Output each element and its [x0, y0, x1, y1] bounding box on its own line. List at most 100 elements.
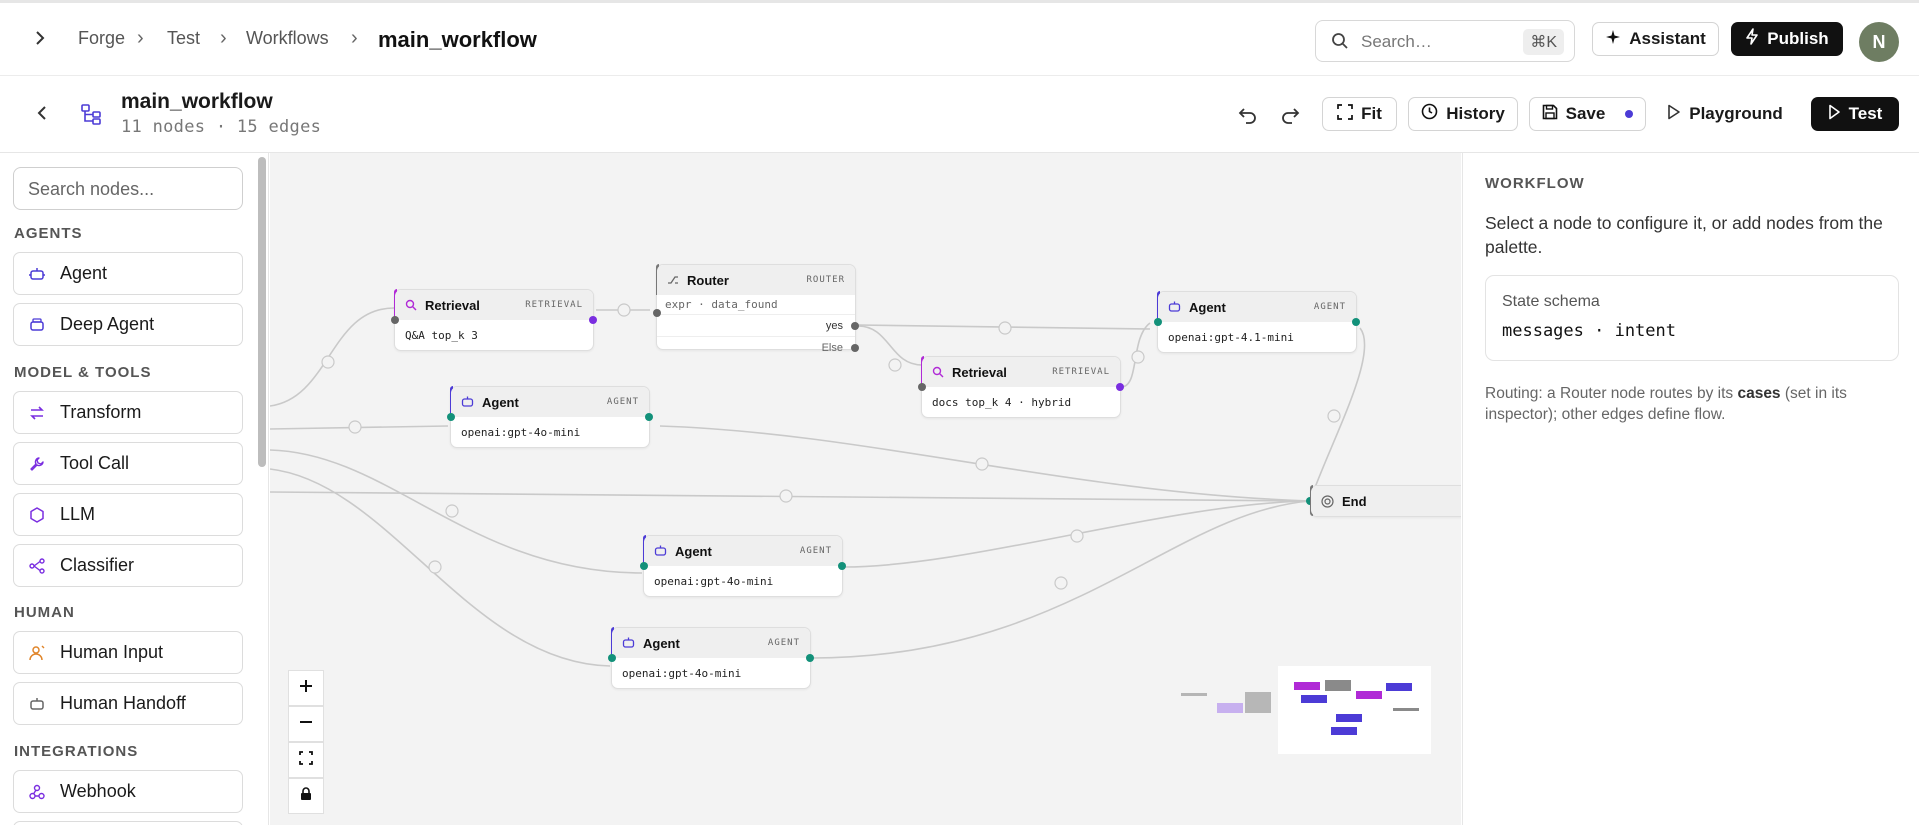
publish-label: Publish	[1767, 29, 1829, 48]
inspector-description: Select a node to configure it, or add no…	[1485, 213, 1883, 257]
palette-item-human-handoff[interactable]: Human Handoff	[13, 682, 243, 725]
node-input-port[interactable]	[608, 654, 616, 662]
history-label: History	[1446, 104, 1505, 123]
save-button[interactable]: Save	[1529, 97, 1646, 131]
undo-icon[interactable]	[1238, 106, 1258, 129]
search-placeholder: Search…	[1361, 32, 1432, 51]
node-output-port[interactable]	[589, 316, 597, 324]
node-retrieval-qa[interactable]: Retrieval RETRIEVAL Q&A top_k 3	[391, 289, 597, 351]
breadcrumb-forge[interactable]: Forge	[78, 28, 125, 49]
node-input-port[interactable]	[918, 383, 926, 391]
palette-item-webhook[interactable]: Webhook	[13, 770, 243, 813]
palette-scrollbar[interactable]	[258, 157, 266, 467]
breadcrumb-separator-icon: ›	[137, 27, 144, 49]
play-outline-icon	[1667, 104, 1681, 125]
node-input-port[interactable]	[1154, 318, 1162, 326]
publish-button[interactable]: Publish	[1731, 22, 1843, 56]
transform-icon	[28, 405, 46, 421]
palette-item-more[interactable]	[13, 821, 243, 825]
palette-item-deep-agent[interactable]: Deep Agent	[13, 303, 243, 346]
node-retrieval-docs[interactable]: Retrieval RETRIEVAL docs top_k 4 · hybri…	[918, 356, 1124, 418]
assistant-button[interactable]: Assistant	[1592, 22, 1719, 56]
breadcrumb-test[interactable]: Test	[167, 28, 200, 49]
palette-item-label: LLM	[60, 504, 96, 524]
node-palette: Search nodes... AGENTS Agent Deep Agent …	[0, 153, 269, 825]
playground-button[interactable]: Playground	[1660, 97, 1790, 131]
node-router[interactable]: Router ROUTER expr · data_found yes Else	[653, 264, 859, 354]
node-title: End	[1342, 493, 1367, 509]
node-input-port[interactable]	[391, 316, 399, 324]
node-type-tag: RETRIEVAL	[1052, 367, 1110, 377]
palette-item-llm[interactable]: LLM	[13, 493, 243, 536]
node-type-tag: AGENT	[767, 638, 800, 648]
zoom-out-button[interactable]	[288, 706, 324, 742]
node-body: openai:gpt-4o-mini	[654, 574, 774, 588]
breadcrumb-separator-icon: ›	[351, 27, 358, 49]
test-label: Test	[1848, 104, 1883, 123]
node-agent-gpt4o-2[interactable]: Agent AGENT openai:gpt-4o-mini	[640, 535, 846, 597]
palette-item-label: Deep Agent	[60, 314, 155, 334]
palette-item-label: Human Input	[60, 642, 164, 662]
user-avatar[interactable]: N	[1859, 22, 1899, 62]
assistant-label: Assistant	[1629, 29, 1706, 48]
node-header: Agent AGENT	[644, 536, 842, 566]
fullscreen-icon	[299, 750, 313, 770]
node-title: Retrieval	[952, 364, 1007, 380]
node-body: docs top_k 4 · hybrid	[932, 395, 1072, 409]
node-agent-gpt4o-1[interactable]: Agent AGENT openai:gpt-4o-mini	[447, 386, 653, 448]
palette-item-transform[interactable]: Transform	[13, 391, 243, 434]
history-button[interactable]: History	[1408, 97, 1518, 131]
node-agent-gpt4o-3[interactable]: Agent AGENT openai:gpt-4o-mini	[608, 627, 814, 689]
node-body: Q&A top_k 3	[405, 328, 478, 342]
palette-item-label: Classifier	[60, 555, 135, 575]
node-input-port[interactable]	[640, 562, 648, 570]
node-output-port[interactable]	[1116, 383, 1124, 391]
test-button[interactable]: Test	[1811, 97, 1899, 131]
palette-item-human-input[interactable]: Human Input	[13, 631, 243, 674]
zoom-in-button[interactable]	[288, 670, 324, 706]
wrench-icon	[28, 456, 46, 472]
node-header: Agent AGENT	[612, 628, 810, 658]
clock-icon	[1421, 103, 1438, 125]
fit-button[interactable]: Fit	[1322, 97, 1397, 131]
node-output-port[interactable]	[806, 654, 814, 662]
lightning-icon	[1745, 28, 1759, 50]
breadcrumb-workflows[interactable]: Workflows	[246, 28, 329, 49]
palette-item-tool-call[interactable]: Tool Call	[13, 442, 243, 485]
node-input-port[interactable]	[653, 309, 661, 317]
router-yes-port[interactable]	[851, 322, 859, 330]
search-icon	[932, 366, 944, 378]
node-header: End	[1311, 486, 1461, 516]
node-output-port[interactable]	[645, 413, 653, 421]
minimap-graphic	[1181, 666, 1434, 754]
routing-note-prefix: Routing: a Router node routes by its	[1485, 385, 1738, 402]
back-icon[interactable]	[36, 104, 48, 127]
node-output-port[interactable]	[838, 562, 846, 570]
robot-icon	[461, 396, 474, 408]
router-else-port[interactable]	[851, 344, 859, 352]
fit-view-button[interactable]	[288, 742, 324, 778]
global-search-input[interactable]: Search… ⌘K	[1315, 20, 1575, 62]
state-schema-card[interactable]: State schema messages · intent	[1485, 275, 1899, 361]
palette-item-classifier[interactable]: Classifier	[13, 544, 243, 587]
breadcrumb-current: main_workflow	[378, 27, 537, 52]
node-title: Agent	[675, 543, 712, 559]
palette-group-agents: AGENTS	[14, 225, 83, 242]
node-type-tag: AGENT	[799, 546, 832, 556]
node-header: Retrieval RETRIEVAL	[395, 290, 593, 320]
node-agent-gpt41[interactable]: Agent AGENT openai:gpt-4.1-mini	[1154, 291, 1360, 353]
node-input-port[interactable]	[447, 413, 455, 421]
node-header: Retrieval RETRIEVAL	[922, 357, 1120, 387]
node-end[interactable]: End	[1310, 485, 1461, 517]
palette-item-label: Webhook	[60, 781, 136, 801]
fit-icon	[1337, 103, 1353, 125]
node-search-input[interactable]: Search nodes...	[13, 167, 243, 210]
workflow-canvas[interactable]: Retrieval RETRIEVAL Q&A top_k 3 Router R…	[270, 153, 1461, 825]
sidebar-toggle-icon[interactable]	[34, 29, 46, 52]
minimap[interactable]	[1170, 613, 1434, 818]
redo-icon[interactable]	[1280, 106, 1300, 129]
lock-button[interactable]	[288, 778, 324, 814]
palette-item-agent[interactable]: Agent	[13, 252, 243, 295]
node-title: Retrieval	[425, 297, 480, 313]
node-output-port[interactable]	[1352, 318, 1360, 326]
